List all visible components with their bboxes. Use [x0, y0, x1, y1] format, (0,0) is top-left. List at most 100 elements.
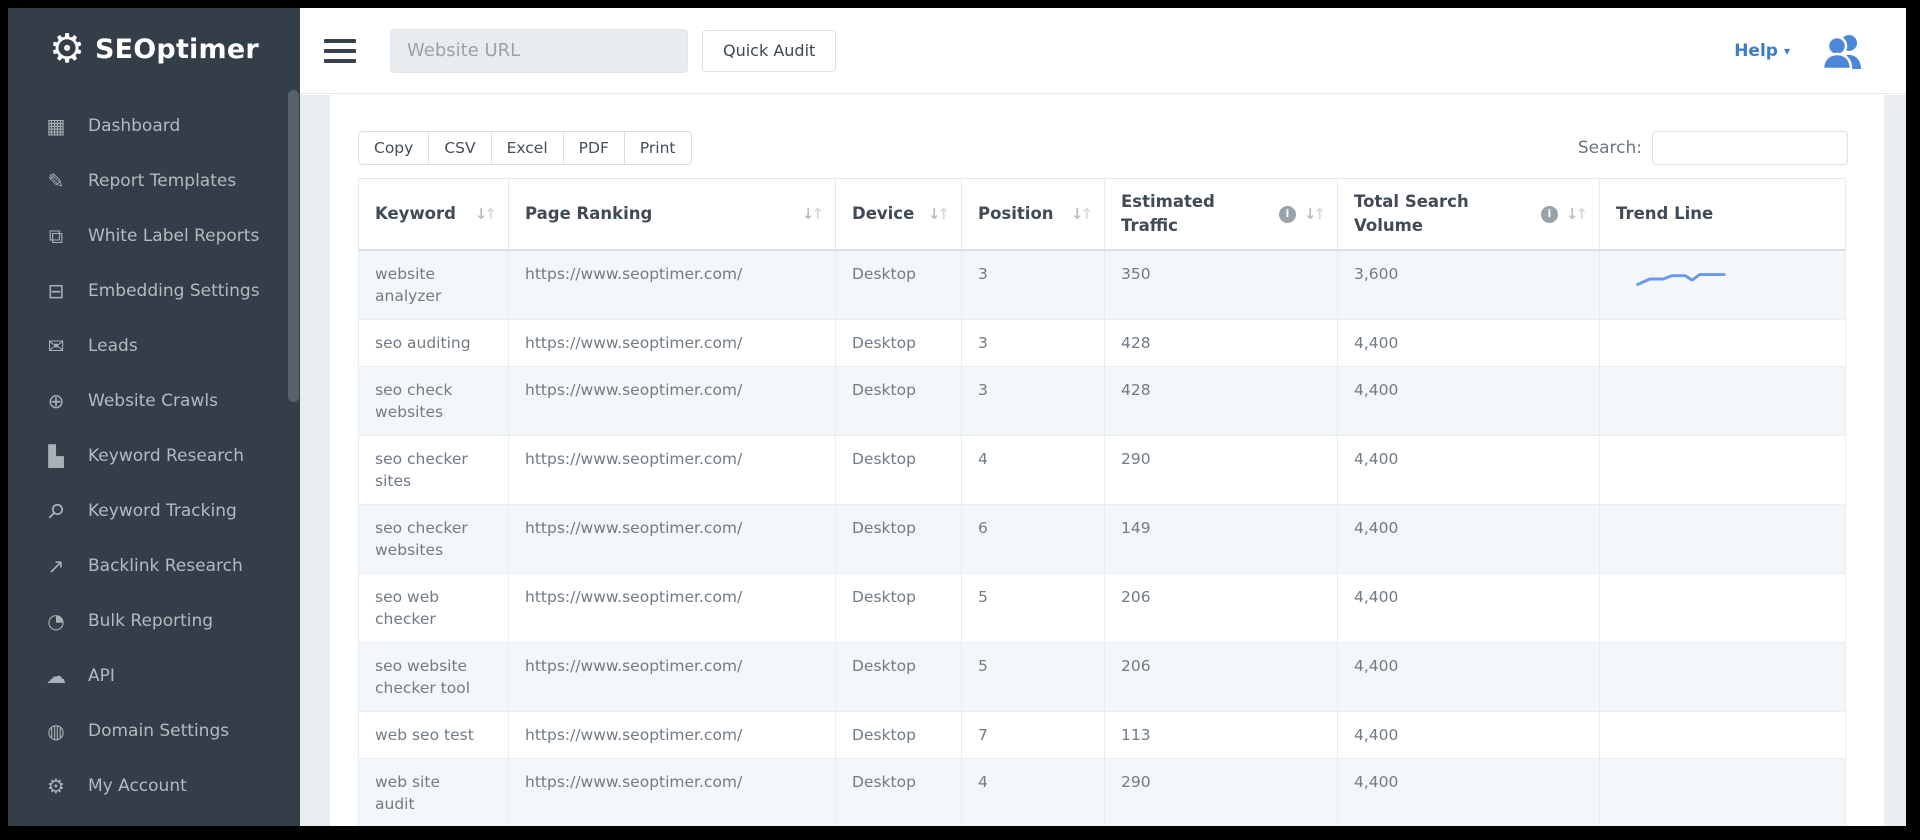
cell-device: Desktop	[836, 574, 962, 643]
sidebar-item-label: Embedding Settings	[88, 281, 260, 301]
sidebar-item-label: Report Templates	[88, 171, 236, 191]
quick-audit-button[interactable]: Quick Audit	[702, 30, 836, 72]
table-search-input[interactable]	[1652, 131, 1848, 165]
table-row: seo auditinghttps://www.seoptimer.com/De…	[359, 320, 1846, 367]
help-label: Help	[1734, 41, 1778, 61]
column-header-keyword[interactable]: Keyword↓↑	[359, 179, 509, 251]
column-label: Position	[978, 202, 1054, 226]
main-content: CopyCSVExcelPDFPrint Search: Keyword↓↑Pa…	[300, 95, 1906, 826]
sidebar-item-label: Keyword Tracking	[88, 501, 237, 521]
brand-logo[interactable]: ⚙ SEOptimer	[8, 8, 300, 80]
cell-trend-line	[1600, 436, 1846, 505]
cell-total-search-volume: 4,400	[1338, 712, 1600, 759]
users-icon[interactable]	[1820, 33, 1864, 69]
sidebar-item-white-label-reports[interactable]: ⧉White Label Reports	[8, 208, 300, 263]
sidebar-item-keyword-research[interactable]: ▙ Keyword Research	[8, 428, 300, 483]
table-row: seo checker websiteshttps://www.seoptime…	[359, 505, 1846, 574]
info-icon[interactable]: i	[1541, 206, 1558, 223]
cell-keyword: seo check websites	[359, 367, 509, 436]
screenshot-frame: ⚙ SEOptimer ▦Dashboard ✎ Report Templates ⧉…	[0, 0, 1920, 840]
bar-chart-icon: ▙	[42, 444, 70, 468]
cell-estimated-traffic: 206	[1105, 574, 1338, 643]
sidebar-item-backlink-research[interactable]: ↗Backlink Research	[8, 538, 300, 593]
csv-export-button[interactable]: CSV	[429, 131, 491, 165]
sidebar-item-label: Dashboard	[88, 116, 180, 136]
cell-position: 5	[962, 574, 1105, 643]
column-header-estimated-traffic[interactable]: Estimated Traffic i ↓↑	[1105, 179, 1338, 251]
table-row: seo web checkerhttps://www.seoptimer.com…	[359, 574, 1846, 643]
cell-total-search-volume: 4,400	[1338, 643, 1600, 712]
website-url-input[interactable]	[390, 29, 688, 73]
column-header-page-ranking[interactable]: Page Ranking ↓↑	[509, 179, 836, 251]
keyword-tracking-table: Keyword↓↑Page Ranking↓↑Device↓↑Position↓…	[358, 178, 1846, 826]
sidebar-item-report-templates[interactable]: ✎ Report Templates	[8, 153, 300, 208]
cell-total-search-volume: 4,400	[1338, 367, 1600, 436]
sidebar-item-label: API	[88, 666, 115, 686]
cell-page-ranking: https://www.seoptimer.com/	[509, 320, 836, 367]
sidebar-scrollbar[interactable]	[288, 90, 299, 402]
sidebar-item-label: White Label Reports	[88, 226, 259, 246]
print-export-button[interactable]: Print	[625, 131, 692, 165]
export-button-group: CopyCSVExcelPDFPrint	[358, 131, 692, 165]
sidebar-item-dashboard[interactable]: ▦Dashboard	[8, 98, 300, 153]
hamburger-menu-icon[interactable]	[324, 39, 356, 63]
help-dropdown[interactable]: Help ▾	[1734, 41, 1790, 61]
sidebar-item-api[interactable]: ☁API	[8, 648, 300, 703]
sidebar-item-domain-settings[interactable]: ◍Domain Settings	[8, 703, 300, 758]
cell-keyword: seo web checker	[359, 574, 509, 643]
cell-position: 7	[962, 712, 1105, 759]
sidebar-item-label: Keyword Research	[88, 446, 244, 466]
keyword-tracking-page: CopyCSVExcelPDFPrint Search: Keyword↓↑Pa…	[330, 95, 1884, 826]
cell-trend-line	[1600, 574, 1846, 643]
cell-device: Desktop	[836, 367, 962, 436]
table-row: web site audithttps://www.seoptimer.com/…	[359, 759, 1846, 827]
cell-position: 5	[962, 643, 1105, 712]
sidebar-item-label: Backlink Research	[88, 556, 243, 576]
column-label: Device	[852, 202, 914, 226]
table-row: web seo testhttps://www.seoptimer.com/De…	[359, 712, 1846, 759]
cell-device: Desktop	[836, 250, 962, 320]
edit-icon: ✎	[42, 169, 70, 193]
cell-keyword: website analyzer	[359, 250, 509, 320]
sidebar-item-label: Leads	[88, 336, 138, 356]
cell-total-search-volume: 3,600	[1338, 250, 1600, 320]
sidebar-item-website-crawls[interactable]: ⊕Website Crawls	[8, 373, 300, 428]
sidebar-item-embedding-settings[interactable]: ⊟ Embedding Settings	[8, 263, 300, 318]
sidebar-item-leads[interactable]: ✉Leads	[8, 318, 300, 373]
sort-icon: ↓↑	[1071, 202, 1092, 226]
sidebar: ⚙ SEOptimer ▦Dashboard ✎ Report Templates ⧉…	[8, 8, 300, 826]
cell-trend-line	[1600, 712, 1846, 759]
column-label: Page Ranking	[525, 202, 652, 226]
excel-export-button[interactable]: Excel	[492, 131, 564, 165]
cell-total-search-volume: 4,400	[1338, 320, 1600, 367]
page-scrollbar-track[interactable]	[1884, 95, 1906, 826]
cell-page-ranking: https://www.seoptimer.com/	[509, 250, 836, 320]
column-label: Estimated Traffic	[1121, 190, 1271, 238]
pdf-export-button[interactable]: PDF	[564, 131, 625, 165]
table-header-row: Keyword↓↑Page Ranking↓↑Device↓↑Position↓…	[359, 179, 1846, 251]
sidebar-item-my-account[interactable]: ⚙My Account	[8, 758, 300, 813]
cell-page-ranking: https://www.seoptimer.com/	[509, 367, 836, 436]
sidebar-item-bulk-reporting[interactable]: ◔Bulk Reporting	[8, 593, 300, 648]
cell-keyword: seo website checker tool	[359, 643, 509, 712]
column-label: Total Search Volume	[1354, 190, 1533, 238]
cell-estimated-traffic: 290	[1105, 436, 1338, 505]
sidebar-item-keyword-tracking[interactable]: ⚲Keyword Tracking	[8, 483, 300, 538]
table-body: website analyzerhttps://www.seoptimer.co…	[359, 250, 1846, 826]
table-row: seo checker siteshttps://www.seoptimer.c…	[359, 436, 1846, 505]
sort-icon: ↓↑	[1304, 202, 1325, 226]
cell-estimated-traffic: 113	[1105, 712, 1338, 759]
cell-position: 3	[962, 320, 1105, 367]
sort-icon: ↓↑	[1566, 202, 1587, 226]
search-wrap: Search:	[1578, 131, 1848, 165]
card-icon: ⊟	[42, 279, 70, 303]
sidebar-item-label: My Account	[88, 776, 187, 796]
column-header-device[interactable]: Device↓↑	[836, 179, 962, 251]
column-header-position[interactable]: Position ↓↑	[962, 179, 1105, 251]
column-header-total-search-volume[interactable]: Total Search Volume i ↓↑	[1338, 179, 1600, 251]
sort-icon: ↓↑	[802, 202, 823, 226]
info-icon[interactable]: i	[1279, 206, 1296, 223]
cell-page-ranking: https://www.seoptimer.com/	[509, 643, 836, 712]
copy-export-button[interactable]: Copy	[358, 131, 429, 165]
cell-device: Desktop	[836, 505, 962, 574]
